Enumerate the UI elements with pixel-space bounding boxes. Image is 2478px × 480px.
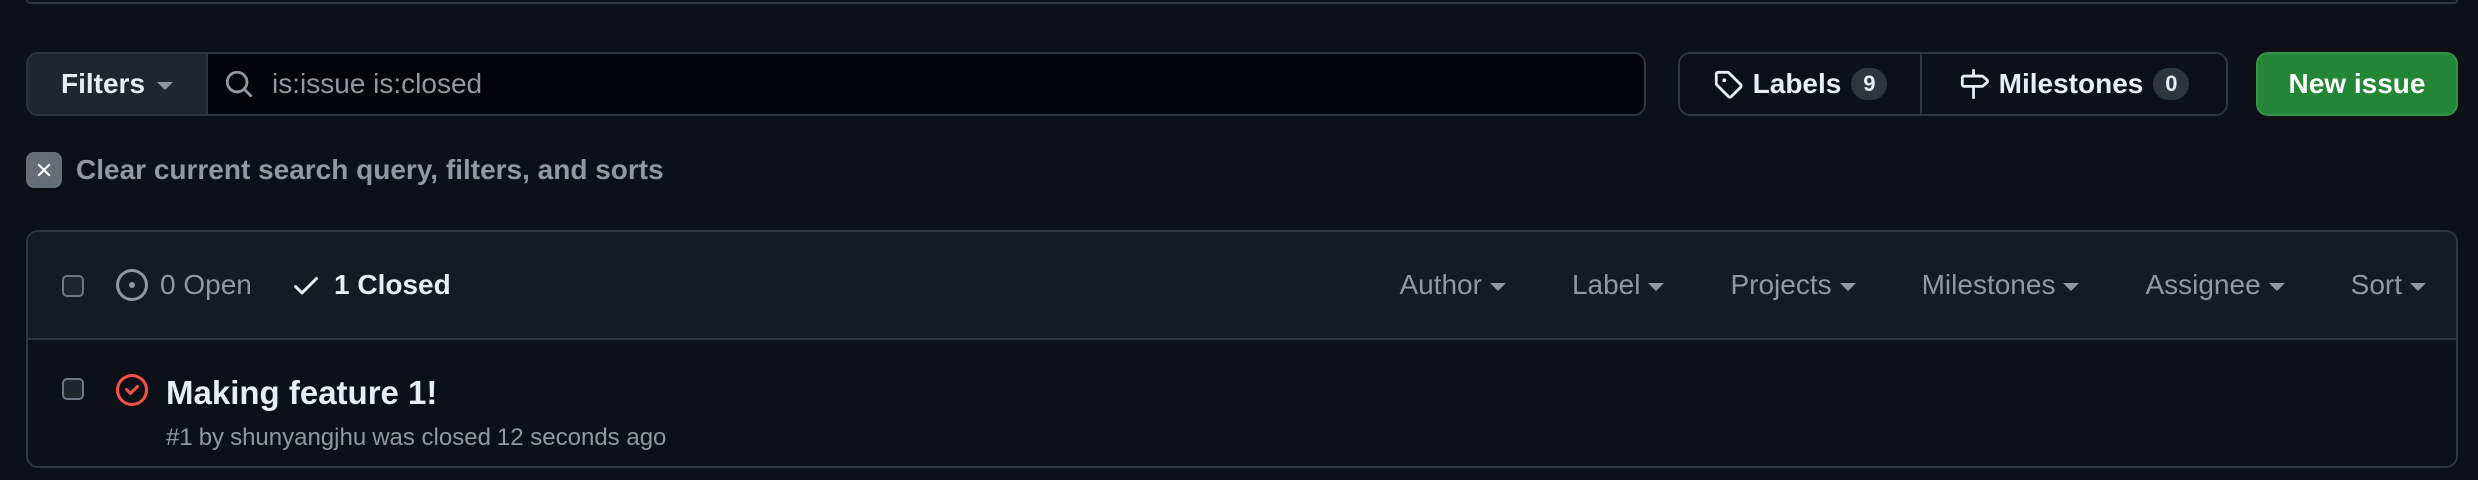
issue-number: #1: [166, 424, 193, 451]
caret-down-icon: [1839, 283, 1856, 291]
milestone-icon: [1960, 69, 1989, 99]
issue-row: Making feature 1! #1 by shunyangjhu was …: [28, 340, 2456, 466]
labels-milestones-group: Labels 9 Milestones 0: [1678, 52, 2228, 116]
issue-closed-time[interactable]: 12 seconds ago: [497, 424, 666, 452]
author-filter-menu[interactable]: Author: [1399, 269, 1506, 301]
closed-issues-label: 1 Closed: [334, 269, 451, 300]
label-filter-menu[interactable]: Label: [1572, 269, 1665, 301]
labels-count-badge: 9: [1851, 68, 1888, 100]
caret-down-icon: [2063, 283, 2080, 291]
closed-issues-tab[interactable]: 1 Closed: [290, 232, 451, 338]
issues-toolbar: Filters Labels 9 Milestones 0 New issue: [26, 52, 2458, 116]
caret-down-icon: [157, 82, 174, 90]
clear-search-label: Clear current search query, filters, and…: [76, 154, 664, 185]
issue-by-text: by: [198, 424, 225, 451]
projects-filter-label: Projects: [1730, 269, 1832, 300]
labels-button[interactable]: Labels 9: [1680, 54, 1922, 114]
filters-button-label: Filters: [60, 68, 146, 99]
caret-down-icon: [2410, 283, 2426, 291]
milestones-button-label: Milestones: [1998, 68, 2144, 99]
clear-search-link[interactable]: Clear current search query, filters, and…: [26, 152, 664, 188]
filter-menus: Author Label Projects Milestones Assigne…: [1399, 232, 2426, 338]
caret-down-icon: [1489, 283, 1506, 291]
sort-menu[interactable]: Sort: [2351, 269, 2426, 301]
issue-meta: #1 by shunyangjhu was closed 12 seconds …: [166, 424, 666, 452]
previous-section-border: [26, 0, 2458, 4]
filters-search-group: Filters: [26, 52, 1646, 116]
new-issue-button[interactable]: New issue: [2256, 52, 2458, 116]
issue-opened-icon: [116, 269, 148, 301]
issues-list: 0 Open 1 Closed Author Label Projects Mi…: [26, 230, 2458, 468]
filters-button[interactable]: Filters: [28, 54, 208, 114]
issue-title-link[interactable]: Making feature 1!: [166, 374, 437, 412]
milestones-button[interactable]: Milestones 0: [1922, 54, 2226, 114]
label-filter-label: Label: [1571, 269, 1641, 300]
issue-closed-icon: [116, 374, 148, 406]
sort-label: Sort: [2350, 269, 2402, 300]
search-icon: [225, 70, 253, 98]
check-icon: [294, 277, 318, 295]
assignee-filter-menu[interactable]: Assignee: [2145, 269, 2285, 301]
milestones-count-badge: 0: [2153, 68, 2190, 100]
issues-list-header: 0 Open 1 Closed Author Label Projects Mi…: [28, 232, 2456, 340]
open-issues-tab[interactable]: 0 Open: [116, 232, 252, 338]
x-icon: [26, 152, 62, 188]
tag-icon: [1714, 70, 1743, 99]
open-issues-label: 0 Open: [160, 269, 252, 300]
issue-author-link[interactable]: shunyangjhu: [230, 424, 366, 452]
issue-select-checkbox[interactable]: [62, 378, 84, 400]
select-all-checkbox[interactable]: [62, 275, 84, 297]
search-field: [208, 54, 1644, 114]
projects-filter-menu[interactable]: Projects: [1730, 269, 1856, 301]
labels-button-label: Labels: [1752, 68, 1842, 99]
caret-down-icon: [1648, 283, 1665, 291]
caret-down-icon: [2268, 283, 2285, 291]
assignee-filter-label: Assignee: [2145, 269, 2261, 300]
search-input[interactable]: [270, 54, 1644, 114]
issue-closed-text: was closed: [372, 424, 491, 451]
milestones-filter-menu[interactable]: Milestones: [1922, 269, 2080, 301]
milestones-filter-label: Milestones: [1921, 269, 2056, 300]
author-filter-label: Author: [1399, 269, 1482, 300]
